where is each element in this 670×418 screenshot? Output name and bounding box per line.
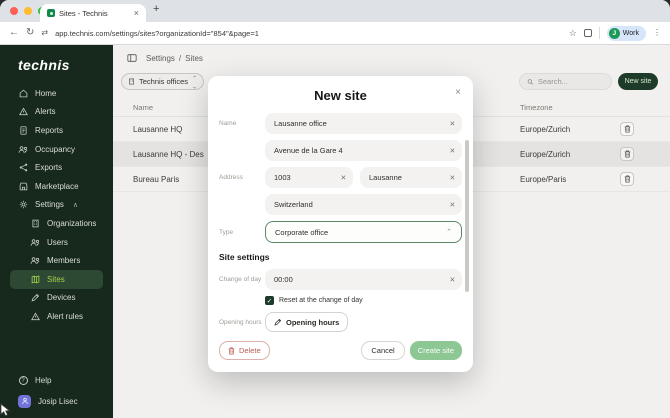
clear-icon[interactable]: × (341, 173, 346, 182)
extensions-icon[interactable] (583, 29, 592, 37)
opening-hours-label: Opening hours (219, 318, 262, 326)
site-info-icon[interactable]: ⇄ (41, 29, 48, 37)
technis-logo: technis (18, 57, 70, 73)
sidebar-item-exports[interactable]: Exports (0, 158, 113, 177)
sidebar: technis Home Alerts Reports Occupancy Ex… (0, 45, 113, 418)
org-building-icon (129, 78, 134, 85)
minimize-window-button[interactable] (24, 7, 32, 15)
delete-site-icon[interactable] (620, 122, 634, 136)
country-input[interactable] (265, 194, 462, 215)
sidebar-item-occupancy[interactable]: Occupancy (0, 140, 113, 159)
browser-toolbar: ← ↻ ⇄ app.technis.com/settings/sites?org… (0, 22, 670, 45)
type-select[interactable]: Corporate office ⌃ (265, 221, 462, 243)
close-icon[interactable]: × (455, 88, 461, 98)
search-input[interactable] (537, 77, 604, 86)
new-site-button[interactable]: New site (618, 73, 658, 90)
users-icon (30, 238, 40, 247)
people-icon (18, 145, 28, 154)
sidebar-toggle-icon[interactable] (127, 53, 137, 63)
sidebar-item-sites[interactable]: Sites (10, 269, 103, 289)
mouse-cursor (0, 403, 11, 417)
search-box[interactable] (519, 73, 612, 90)
trash-icon (228, 347, 235, 354)
type-label: Type (219, 228, 234, 236)
sidebar-item-organizations[interactable]: Organizations (0, 214, 113, 233)
create-site-button[interactable]: Create site (409, 341, 462, 360)
search-icon (527, 78, 534, 85)
browser-window: Sites - Technis × + ← ↻ ⇄ app.technis.co… (0, 0, 670, 418)
close-window-button[interactable] (10, 7, 18, 15)
sidebar-item-marketplace[interactable]: Marketplace (0, 177, 113, 196)
clear-icon[interactable]: × (450, 200, 455, 209)
new-site-modal: New site × Name × Address × × (208, 76, 473, 372)
clear-icon[interactable]: × (450, 119, 455, 128)
building-icon (30, 219, 40, 228)
home-icon (18, 89, 28, 98)
store-icon (18, 182, 28, 191)
bookmark-star-icon[interactable]: ☆ (569, 28, 577, 38)
sidebar-item-alerts[interactable]: Alerts (0, 103, 113, 122)
toolbar-divider (598, 27, 600, 39)
name-label: Name (219, 120, 237, 127)
breadcrumb-sites[interactable]: Sites (185, 54, 203, 63)
clear-icon[interactable]: × (450, 173, 455, 182)
sidebar-item-alert-rules[interactable]: Alert rules (0, 307, 113, 326)
delete-site-icon[interactable] (620, 172, 634, 186)
select-arrows-icon: ⌃ ⌃ (192, 75, 198, 88)
device-icon (30, 293, 40, 302)
tab-strip: Sites - Technis × + (0, 0, 670, 22)
pencil-icon (274, 318, 282, 326)
cancel-button[interactable]: Cancel (361, 341, 405, 360)
delete-button[interactable]: Delete (219, 341, 270, 360)
sidebar-user[interactable]: Josip Lisec (0, 390, 113, 412)
gear-icon (18, 200, 28, 209)
address-bar[interactable]: app.technis.com/settings/sites?organizat… (55, 29, 562, 38)
reload-icon[interactable]: ↻ (26, 28, 34, 38)
site-favicon (47, 9, 55, 17)
organization-selector[interactable]: Technis offices ⌃ ⌃ (121, 73, 205, 90)
user-avatar (18, 394, 31, 408)
back-icon[interactable]: ← (9, 28, 19, 38)
sidebar-item-settings[interactable]: Settings ∧ (0, 196, 113, 215)
sidebar-item-home[interactable]: Home (0, 84, 113, 103)
sidebar-item-reports[interactable]: Reports (0, 121, 113, 140)
clear-icon[interactable]: × (450, 146, 455, 155)
opening-hours-button[interactable]: Opening hours (265, 312, 349, 332)
tab-title: Sites - Technis (59, 8, 108, 18)
change-of-day-input[interactable] (265, 269, 462, 290)
site-settings-heading: Site settings (219, 252, 270, 262)
alert-triangle-icon (18, 107, 28, 116)
browser-menu-icon[interactable]: ⋮ (653, 29, 661, 37)
members-icon (30, 256, 40, 265)
sidebar-item-devices[interactable]: Devices (0, 289, 113, 308)
chevron-up-icon: ⌃ (446, 229, 452, 236)
alert-rules-icon (30, 312, 40, 321)
browser-tab[interactable]: Sites - Technis × (40, 4, 146, 22)
share-icon (18, 163, 28, 172)
sidebar-item-help[interactable]: ? Help (0, 371, 113, 390)
profile-avatar: J (608, 27, 620, 39)
help-icon: ? (18, 376, 28, 386)
browser-profile-chip[interactable]: J Work (606, 25, 646, 41)
map-icon (30, 275, 40, 284)
sidebar-item-members[interactable]: Members (0, 251, 113, 270)
breadcrumb: Settings / Sites (146, 53, 203, 63)
breadcrumb-settings[interactable]: Settings (146, 54, 175, 63)
tab-close-icon[interactable]: × (134, 8, 139, 18)
clear-icon[interactable]: × (450, 275, 455, 284)
reset-checkbox[interactable]: ✓ (265, 296, 274, 305)
name-input[interactable] (265, 113, 462, 134)
modal-scrollbar[interactable] (465, 140, 469, 292)
address-label: Address (219, 174, 243, 181)
reset-checkbox-label: Reset at the change of day (279, 297, 363, 304)
change-of-day-label: Change of day (219, 276, 262, 283)
sidebar-item-users[interactable]: Users (0, 233, 113, 252)
new-tab-button[interactable]: + (153, 3, 159, 15)
delete-site-icon[interactable] (620, 147, 634, 161)
modal-title: New site (314, 88, 367, 103)
chevron-up-icon: ∧ (72, 201, 79, 209)
city-input[interactable] (360, 167, 462, 188)
street-input[interactable] (265, 140, 462, 161)
document-icon (18, 126, 28, 135)
